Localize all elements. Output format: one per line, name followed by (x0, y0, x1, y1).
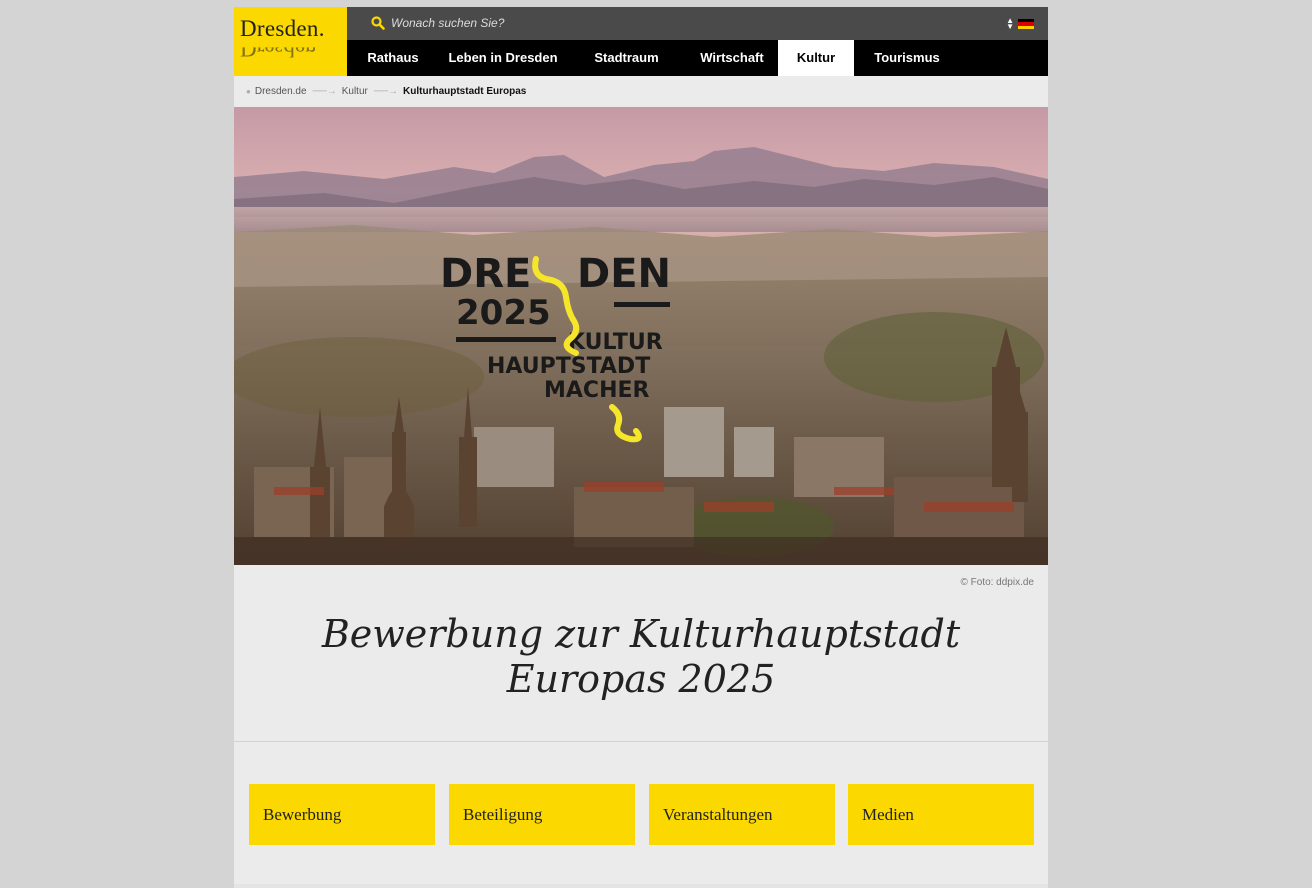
breadcrumb-current: Kulturhauptstadt Europas (403, 86, 527, 97)
hero-logo-den: DEN (577, 251, 671, 297)
dresden-logo[interactable]: Dresden. Dresden. (234, 7, 347, 76)
breadcrumb: ● Dresden.de ──→ Kultur ──→ Kulturhaupts… (234, 76, 1048, 107)
breadcrumb-arrow-icon: ──→ (373, 86, 399, 97)
page: Dresden. Dresden. ▲▼ Rathaus Leben in Dr… (234, 7, 1048, 888)
sort-arrows-icon: ▲ ▼ (1006, 16, 1014, 31)
hero-logo-dre: DRE (440, 251, 531, 297)
breadcrumb-arrow-icon: ──→ (312, 86, 337, 97)
hero-logo-year: 2025 (456, 293, 551, 333)
search-bar: ▲▼ (347, 7, 1048, 40)
logo-text: Dresden. (240, 16, 325, 41)
hero-logo-macher: MACHER (544, 378, 650, 403)
nav-item-rathaus[interactable]: Rathaus (347, 40, 439, 76)
tile-medien[interactable]: Medien (848, 784, 1034, 845)
nav-item-leben-in-dresden[interactable]: Leben in Dresden (439, 40, 567, 76)
nav-item-kultur[interactable]: Kultur (778, 40, 854, 76)
german-flag-icon (1018, 19, 1034, 29)
tile-bewerbung[interactable]: Bewerbung (249, 784, 435, 845)
content-edge (234, 884, 1048, 888)
search-input[interactable] (391, 14, 911, 32)
breadcrumb-home[interactable]: Dresden.de (255, 86, 307, 97)
divider (234, 741, 1048, 742)
main-navigation: Rathaus Leben in Dresden Stadtraum Wirts… (347, 40, 1048, 76)
tile-beteiligung[interactable]: Beteiligung (449, 784, 635, 845)
hero-logo-hauptstadt: HAUPTSTADT (487, 354, 650, 379)
nav-item-wirtschaft[interactable]: Wirtschaft (686, 40, 778, 76)
search-icon[interactable] (371, 16, 385, 30)
photo-caption: © Foto: ddpix.de (960, 577, 1034, 588)
tile-veranstaltungen[interactable]: Veranstaltungen (649, 784, 835, 845)
hero-logo-kultur: KULTUR (568, 330, 663, 355)
breadcrumb-kultur[interactable]: Kultur (342, 86, 368, 97)
hero-image: DRE DEN 2025 KULTUR HAUPTSTADT MACHER (234, 107, 1048, 565)
language-select[interactable]: ▲ ▼ (1006, 16, 1034, 31)
page-title: Bewerbung zur Kulturhauptstadt Europas 2… (321, 612, 961, 701)
nav-item-stadtraum[interactable]: Stadtraum (567, 40, 686, 76)
nav-item-tourismus[interactable]: Tourismus (854, 40, 960, 76)
breadcrumb-dot-icon: ● (246, 87, 251, 96)
